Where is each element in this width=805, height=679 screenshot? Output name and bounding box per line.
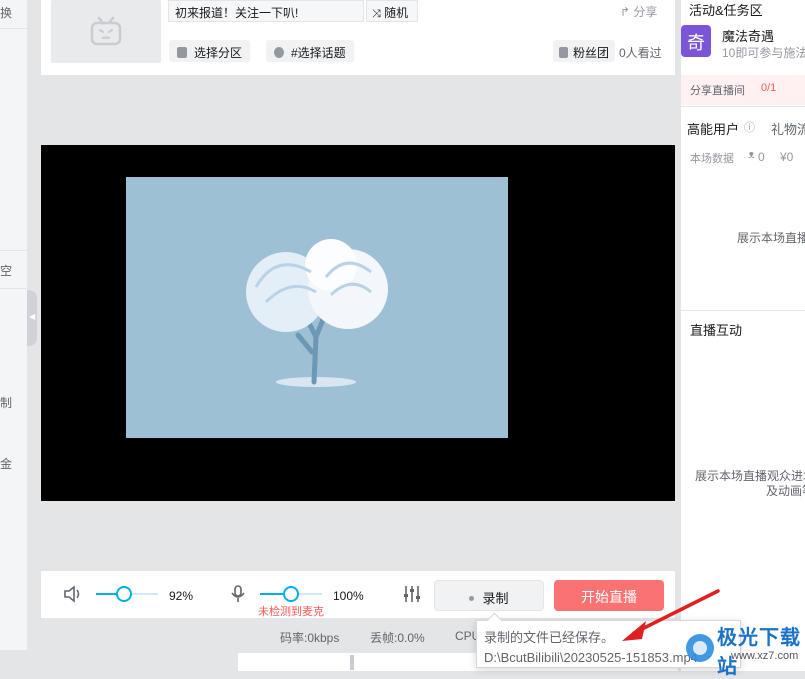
preview-scene-image <box>126 177 508 438</box>
divider <box>681 106 805 107</box>
share-label: 分享 <box>633 5 658 19</box>
mic-slider-knob[interactable] <box>283 586 299 602</box>
divider <box>0 288 28 289</box>
share-button[interactable]: ↱ 分享 <box>620 3 657 20</box>
shuffle-icon: ⤨ <box>372 8 381 20</box>
share-room-count: 0/1 <box>761 82 777 94</box>
left-item-top[interactable]: 换 <box>0 4 12 21</box>
left-item-mid[interactable]: 空 <box>0 262 12 279</box>
random-label: 随机 <box>384 6 409 20</box>
tree-illustration <box>246 239 388 387</box>
record-label: 录制 <box>482 591 509 606</box>
tab-high-energy[interactable]: 高能用户 <box>687 119 739 138</box>
bitrate-stat: 码率:0kbps <box>280 631 340 645</box>
interaction-title: 直播互动 <box>690 323 743 338</box>
right-panel: 活动&任务区 奇 魔法奇遇 10即可参与施法 分享直播间 0/1 高能用户 ⓘ … <box>680 0 805 671</box>
divider <box>681 310 805 311</box>
dropped-frames-stat: 丢帧:0.0% <box>370 631 425 645</box>
bilibili-tv-icon <box>90 16 122 46</box>
activity-desc: 10即可参与施法 <box>722 46 805 60</box>
mixer-icon[interactable] <box>402 584 422 604</box>
record-dot-icon <box>469 596 475 601</box>
fans-club-button[interactable]: 粉丝团 <box>553 40 616 62</box>
watchers-count: 0人看过 <box>619 46 662 60</box>
topic-label: #选择话题 <box>291 46 346 60</box>
category-icon <box>177 47 187 58</box>
category-label: 选择分区 <box>194 46 243 60</box>
interaction-placeholder-line2: 及动画等 <box>766 484 805 498</box>
share-icon: ↱ <box>620 5 631 19</box>
cover-image[interactable] <box>51 0 161 63</box>
share-room-bar[interactable]: 分享直播间 0/1 <box>681 75 805 105</box>
volume-percent: 92% <box>169 589 194 603</box>
speaker-icon[interactable] <box>63 585 83 603</box>
divider <box>0 28 28 29</box>
watermark-url: www.xz7.com <box>731 650 799 662</box>
fans-icon <box>559 47 568 58</box>
microphone-icon[interactable] <box>230 584 246 604</box>
left-item-b[interactable]: 金 <box>0 455 12 472</box>
activity-badge-icon[interactable]: 奇 <box>681 25 711 57</box>
hashtag-icon <box>274 47 284 58</box>
stats-label: 本场数据 <box>690 153 734 165</box>
category-select-button[interactable]: 选择分区 <box>169 40 251 62</box>
random-title-button[interactable]: ⤨ 随机 <box>366 0 418 22</box>
stats-money: ¥0 <box>780 150 794 164</box>
left-sidebar: 换 空 制 金 <box>0 0 28 650</box>
fans-label: 粉丝团 <box>573 46 610 60</box>
people-icon: ᴥ <box>748 149 755 161</box>
chevron-left-icon: ◀ <box>29 312 36 321</box>
tab-gift[interactable]: 礼物流 <box>771 119 805 138</box>
topic-select-button[interactable]: #选择话题 <box>266 40 354 62</box>
left-item-a[interactable]: 制 <box>0 394 12 411</box>
mic-warning: 未检测到麦克 <box>258 606 324 618</box>
stats-people: 0 <box>758 150 765 164</box>
divider <box>350 655 354 670</box>
volume-slider-knob[interactable] <box>116 586 132 602</box>
share-room-label: 分享直播间 <box>690 85 745 97</box>
stream-title-input[interactable]: 初来报道！关注一下叭! <box>168 0 364 22</box>
collapse-handle[interactable]: ◀ <box>27 290 37 346</box>
high-energy-placeholder: 展示本场直播 <box>737 231 805 245</box>
activity-section-title: 活动&任务区 <box>689 3 763 18</box>
mic-percent: 100% <box>333 589 364 603</box>
activity-title[interactable]: 魔法奇遇 <box>722 26 774 45</box>
record-button[interactable]: 录制 <box>434 580 544 611</box>
divider <box>0 250 28 251</box>
help-icon[interactable]: ⓘ <box>744 119 755 135</box>
